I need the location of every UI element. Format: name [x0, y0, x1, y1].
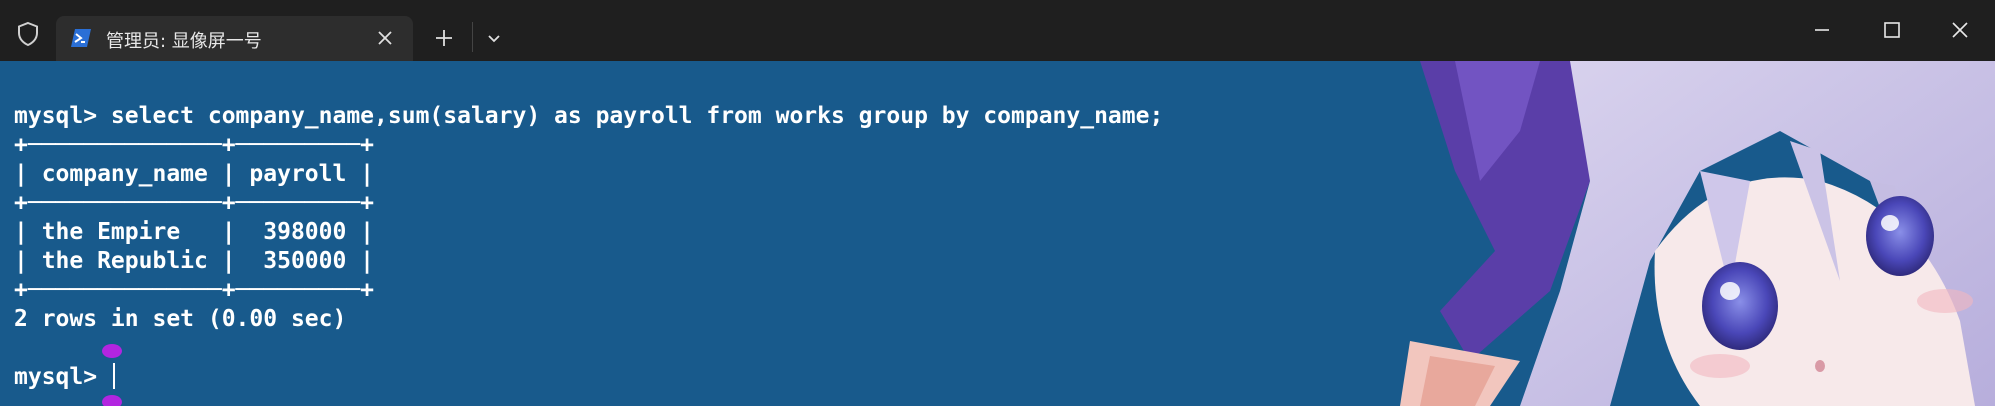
terminal-output: mysql> select company_name,sum(salary) a… — [14, 102, 1163, 392]
table-header-row: | company_name | payroll | — [14, 161, 375, 187]
result-summary: 2 rows in set (0.00 sec) — [14, 306, 347, 332]
chevron-down-icon[interactable] — [480, 24, 508, 52]
powershell-icon — [71, 29, 91, 47]
selection-handle-bottom[interactable] — [102, 395, 122, 406]
text-cursor — [112, 363, 115, 389]
title-bar: 管理员: 显像屏一号 — [0, 0, 1995, 61]
plus-icon[interactable] — [430, 24, 458, 52]
prompt-line[interactable]: mysql> — [14, 363, 1163, 392]
table-border-mid: +──────────────+─────────+ — [14, 190, 375, 216]
divider — [472, 22, 473, 52]
table-border-bottom: +──────────────+─────────+ — [14, 277, 375, 303]
close-icon[interactable] — [1940, 15, 1980, 45]
background-image — [1400, 61, 1995, 406]
tab-title: 管理员: 显像屏一号 — [106, 31, 262, 52]
terminal-pane[interactable]: mysql> select company_name,sum(salary) a… — [0, 61, 1995, 406]
table-border-top: +──────────────+─────────+ — [14, 132, 375, 158]
table-row: | the Empire | 398000 | — [14, 219, 375, 245]
terminal-line-command: mysql> select company_name,sum(salary) a… — [14, 103, 1164, 129]
mysql-prompt: mysql> — [14, 364, 111, 390]
close-icon[interactable] — [375, 28, 395, 48]
selection-handle-top[interactable] — [102, 344, 122, 358]
table-row: | the Republic | 350000 | — [14, 248, 375, 274]
tab-active[interactable]: 管理员: 显像屏一号 — [56, 16, 413, 61]
minimize-icon[interactable] — [1802, 15, 1842, 45]
maximize-icon[interactable] — [1871, 15, 1911, 45]
shield-icon — [18, 21, 38, 47]
